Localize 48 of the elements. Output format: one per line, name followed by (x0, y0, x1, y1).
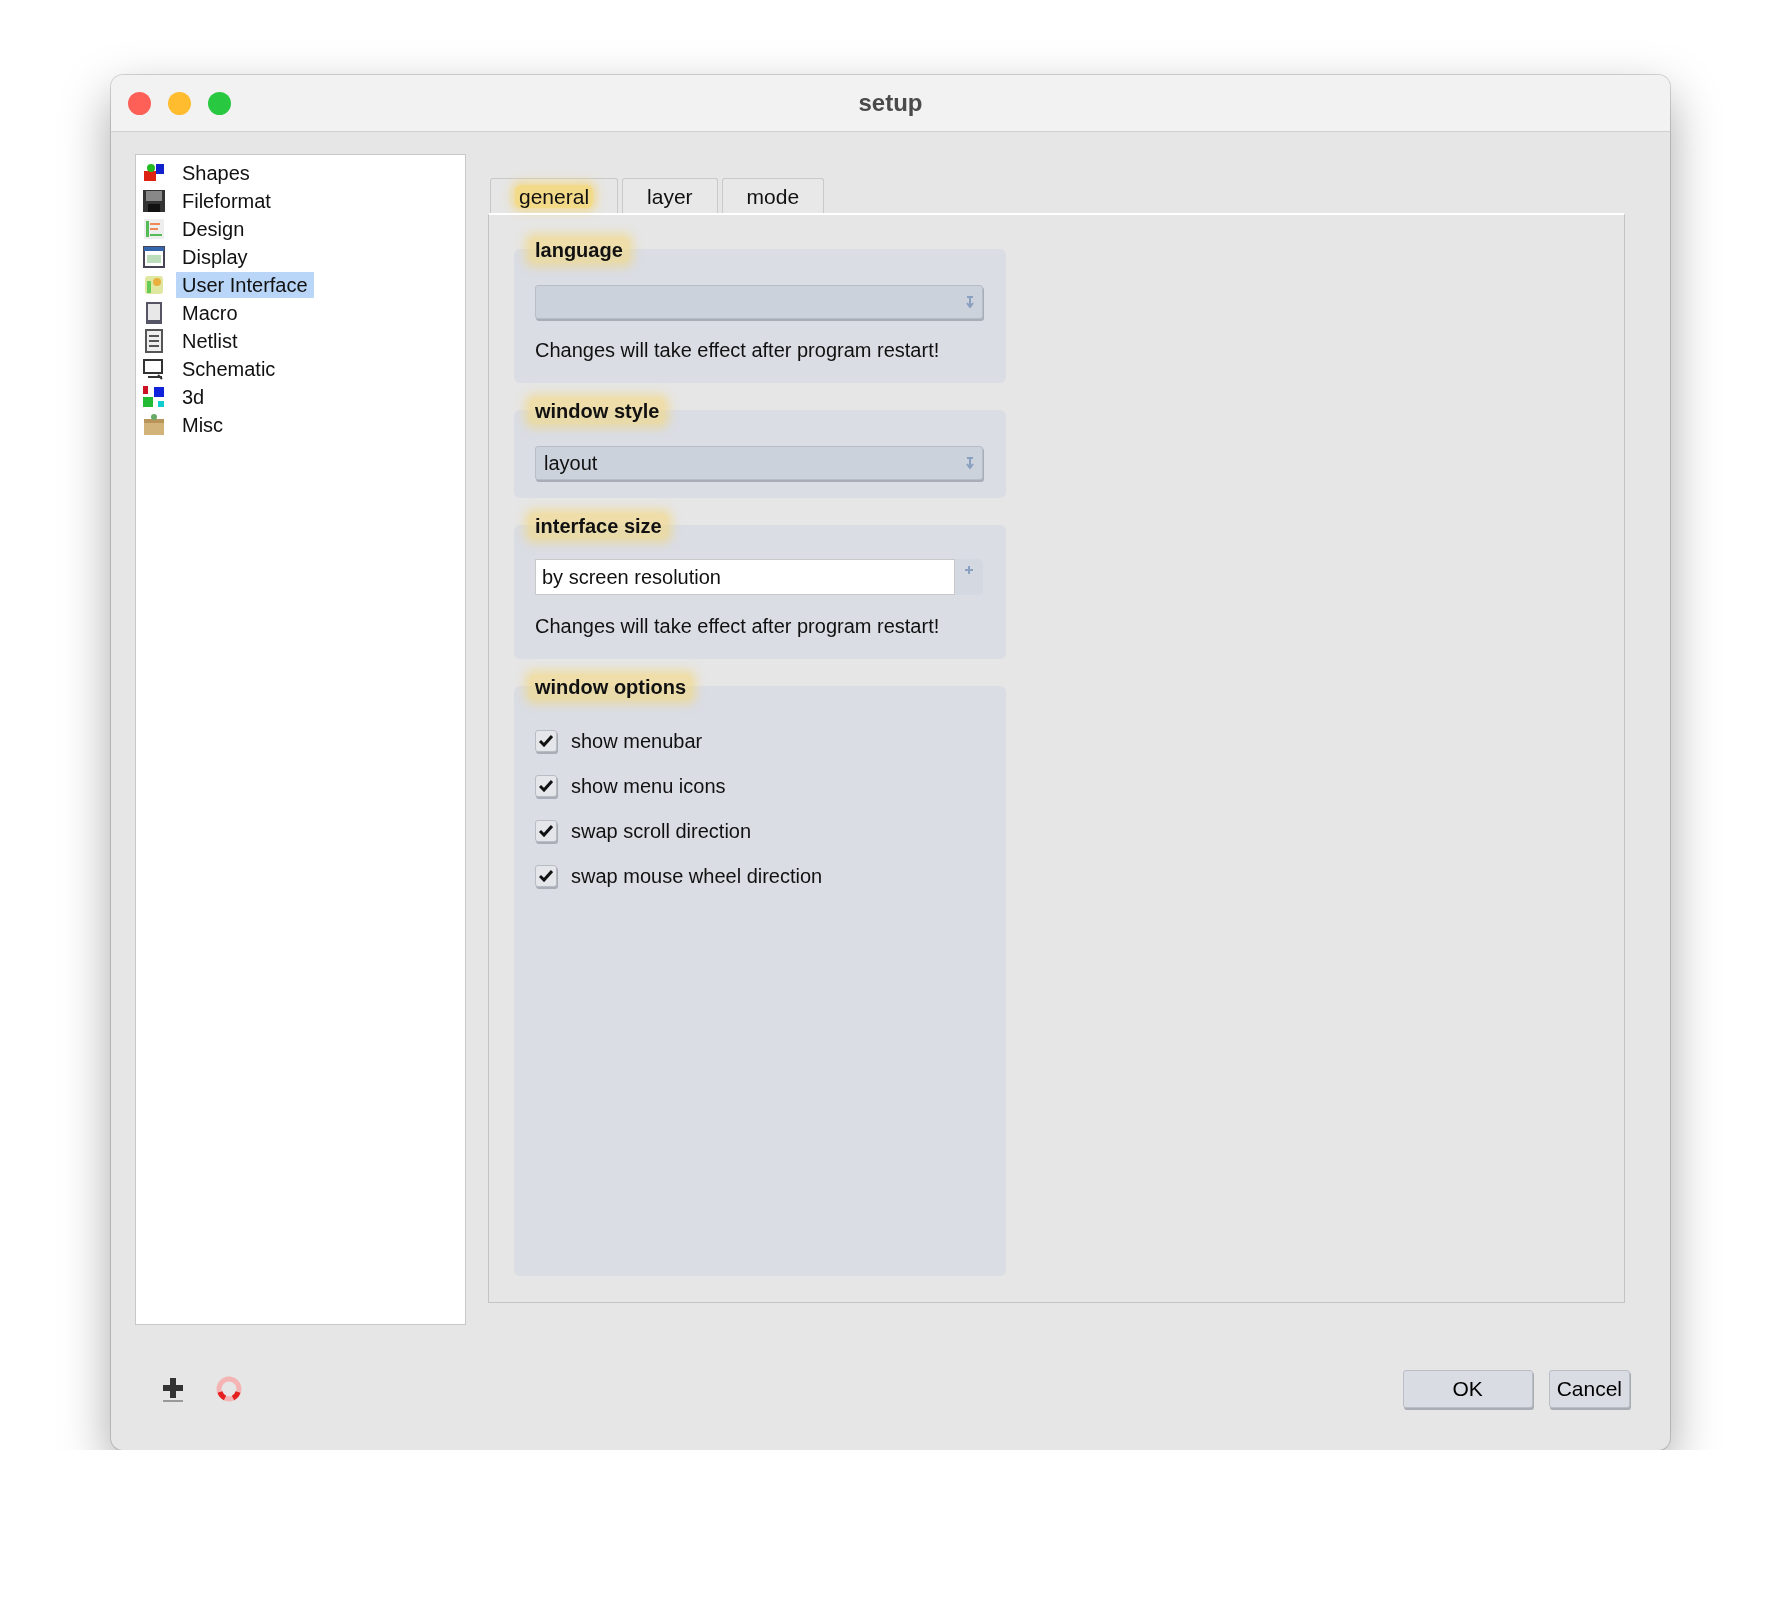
screen-icon (142, 357, 166, 381)
cubes-icon (142, 385, 166, 409)
checkbox-label: show menu icons (571, 774, 726, 799)
input-field[interactable]: by screen resolution (535, 559, 955, 595)
cancel-button[interactable]: Cancel (1548, 1369, 1630, 1408)
puzzle-icon (142, 273, 166, 297)
document-icon (142, 217, 166, 241)
sidebar-item[interactable]: Display (176, 244, 254, 270)
checkbox[interactable] (535, 820, 557, 842)
group-title: language (529, 237, 629, 263)
check-icon (539, 780, 553, 792)
group-title: interface size (529, 513, 668, 539)
checkbox[interactable] (535, 775, 557, 797)
ok-button[interactable]: OK (1402, 1369, 1533, 1408)
check-icon (539, 735, 553, 747)
checkbox-label: swap mouse wheel direction (571, 864, 823, 889)
sidebar-item[interactable]: User Interface (176, 272, 314, 298)
zoom-button[interactable] (208, 91, 231, 115)
plus-icon (964, 565, 974, 575)
checkbox[interactable] (535, 865, 557, 887)
box-icon (142, 413, 166, 437)
check-icon (539, 870, 553, 882)
close-button[interactable] (128, 91, 151, 115)
tab[interactable]: layer (622, 178, 718, 213)
checkbox-label: show menubar (571, 729, 703, 754)
dropdown-arrow-icon (966, 296, 974, 308)
dropdown-arrow-icon (966, 457, 974, 469)
sidebar-item[interactable]: Netlist (176, 328, 244, 354)
sidebar-item[interactable]: Shapes (176, 160, 256, 186)
restart-note: Changes will take effect after program restart! (535, 614, 941, 639)
tab[interactable]: mode (721, 178, 825, 213)
group-title: window style (529, 398, 666, 424)
sidebar-item[interactable]: Misc (176, 412, 230, 438)
restart-note: Changes will take effect after program restart! (535, 338, 941, 363)
sidebar-item[interactable]: Fileformat (176, 188, 277, 214)
check-icon (539, 825, 553, 837)
window-title: setup (858, 89, 923, 116)
sidebar-item[interactable]: Schematic (176, 356, 282, 382)
dropdown[interactable]: layout (535, 446, 983, 480)
checkbox[interactable] (535, 730, 557, 752)
window-icon (142, 245, 166, 269)
sidebar-item[interactable]: Design (176, 216, 251, 242)
page-icon (142, 329, 166, 353)
group-title: window options (529, 674, 693, 700)
sidebar-item[interactable]: 3d (176, 384, 211, 410)
checkbox-label: swap scroll direction (571, 819, 752, 844)
tab[interactable]: general (490, 178, 619, 213)
sidebar-item[interactable]: Macro (176, 300, 244, 326)
